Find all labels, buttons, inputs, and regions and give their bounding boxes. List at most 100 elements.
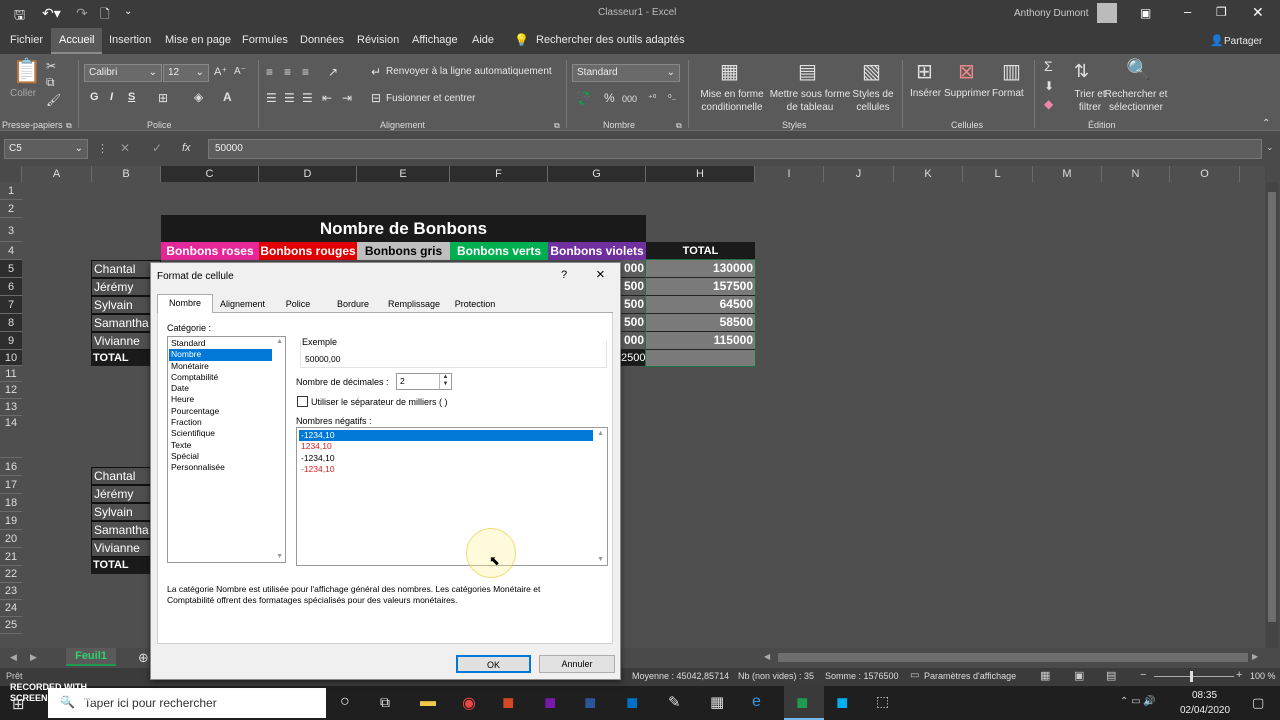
- cancel-icon[interactable]: ✕: [120, 141, 130, 155]
- header-bonbons-verts[interactable]: Bonbons verts: [450, 242, 548, 260]
- decimals-spinner[interactable]: 2 ▲ ▼: [396, 373, 452, 390]
- category-item-monetaire[interactable]: Monétaire: [169, 361, 284, 372]
- restore-icon[interactable]: ❐: [1216, 5, 1227, 19]
- row-header-17[interactable]: 17: [0, 476, 22, 494]
- tab-nombre[interactable]: Nombre: [157, 294, 213, 313]
- thousands-separator-label[interactable]: Utiliser le séparateur de milliers ( ): [311, 397, 448, 407]
- name-box[interactable]: C5 ⌄: [4, 139, 88, 159]
- menu-mise-en-page[interactable]: Mise en page: [165, 34, 231, 46]
- column-header-i[interactable]: I: [755, 166, 824, 182]
- row-header-16[interactable]: 16: [0, 458, 22, 476]
- header-bonbons-violets[interactable]: Bonbons violets: [548, 242, 646, 260]
- zoom-in-icon[interactable]: +: [1236, 669, 1242, 681]
- tab-bordure[interactable]: Bordure: [327, 296, 379, 312]
- cell-g5[interactable]: 000: [621, 260, 646, 278]
- snipping-tool-icon[interactable]: ⬚: [876, 693, 889, 710]
- header-bonbons-rouges[interactable]: Bonbons rouges: [259, 242, 357, 260]
- cell-styles-button[interactable]: Styles de cellules: [850, 88, 896, 114]
- currency-icon[interactable]: 💱: [576, 92, 591, 104]
- menu-revision[interactable]: Révision: [357, 34, 399, 46]
- zoom-level[interactable]: 100 %: [1250, 671, 1276, 681]
- conditional-format-button[interactable]: Mise en forme conditionnelle: [696, 88, 768, 114]
- align-left-icon[interactable]: ☰: [266, 92, 277, 104]
- powerpoint-icon[interactable]: ◼: [502, 693, 514, 711]
- category-item-standard[interactable]: Standard: [169, 338, 284, 349]
- column-header-l[interactable]: L: [963, 166, 1033, 182]
- close-dialog-button[interactable]: ×: [596, 266, 605, 283]
- align-right-icon[interactable]: ☰: [302, 92, 313, 104]
- quick-access-more-icon[interactable]: ⌄: [124, 6, 132, 17]
- clock-date[interactable]: 02/04/2020: [1180, 705, 1230, 716]
- italic-button[interactable]: I: [110, 91, 113, 103]
- category-scroll-up-icon[interactable]: ▲: [276, 338, 283, 345]
- align-top-icon[interactable]: ≡: [266, 66, 273, 78]
- underline-button[interactable]: S: [128, 91, 135, 103]
- header-bonbons-gris[interactable]: Bonbons gris: [357, 242, 450, 260]
- share-button[interactable]: Partager: [1224, 36, 1262, 47]
- format-painter-icon[interactable]: 🖌: [46, 94, 61, 106]
- sheet-tab-feuil1[interactable]: Feuil1: [66, 648, 116, 666]
- bold-button[interactable]: G: [90, 91, 99, 103]
- print-preview-icon[interactable]: 🗋: [100, 5, 110, 26]
- paste-button[interactable]: Coller: [10, 88, 36, 99]
- row-header-21[interactable]: 21: [0, 548, 22, 566]
- cell-g6[interactable]: 500: [621, 278, 646, 296]
- select-all-corner[interactable]: [0, 166, 22, 182]
- row-header-18[interactable]: 18: [0, 494, 22, 512]
- row-header-14[interactable]: 14: [0, 416, 22, 458]
- ribbon-display-icon[interactable]: ▣: [1140, 6, 1151, 20]
- row-header-25[interactable]: 25: [0, 617, 22, 634]
- status-count[interactable]: Nb (non vides) : 35: [738, 671, 814, 681]
- status-average[interactable]: Moyenne : 45042,85714: [632, 671, 729, 681]
- menu-affichage[interactable]: Affichage: [412, 34, 458, 46]
- align-bottom-icon[interactable]: ≡: [302, 66, 309, 78]
- negative-scroll-up-icon[interactable]: ▲: [597, 430, 604, 437]
- negative-format-3[interactable]: -1234,10: [299, 453, 605, 464]
- category-item-fraction[interactable]: Fraction: [169, 417, 284, 428]
- menu-fichier[interactable]: Fichier: [10, 34, 43, 46]
- row-header-8[interactable]: 8: [0, 314, 22, 332]
- close-window-icon[interactable]: ✕: [1252, 4, 1264, 21]
- autosum-icon[interactable]: Σ: [1044, 59, 1053, 73]
- category-item-special[interactable]: Spécial: [169, 451, 284, 462]
- outlook-icon[interactable]: ◼: [626, 693, 638, 711]
- add-sheet-icon[interactable]: ⊕: [138, 650, 149, 666]
- column-header-h[interactable]: H: [646, 166, 755, 182]
- decimals-spinner-buttons[interactable]: ▲ ▼: [439, 374, 451, 389]
- page-layout-icon[interactable]: ▣: [1074, 669, 1084, 682]
- format-cells-dialog[interactable]: Format de cellule ? × Nombre Alignement …: [150, 262, 621, 680]
- minimize-icon[interactable]: –: [1184, 4, 1191, 19]
- category-item-personnalisee[interactable]: Personnalisée: [169, 462, 284, 473]
- row-header-22[interactable]: 22: [0, 566, 22, 583]
- help-button[interactable]: ?: [561, 269, 567, 281]
- cell-g10[interactable]: 2500: [621, 350, 646, 366]
- undo-icon[interactable]: ↶▾: [42, 5, 61, 22]
- delete-button[interactable]: Supprimer: [944, 88, 990, 99]
- row-header-9[interactable]: 9: [0, 332, 22, 350]
- save-icon[interactable]: 🖫: [14, 6, 25, 28]
- align-middle-icon[interactable]: ≡: [284, 66, 291, 78]
- column-header-j[interactable]: J: [824, 166, 894, 182]
- menu-accueil[interactable]: Accueil: [51, 28, 103, 54]
- tab-protection[interactable]: Protection: [449, 296, 501, 312]
- page-break-icon[interactable]: ▤: [1106, 669, 1116, 682]
- calculator-icon[interactable]: ▦: [710, 693, 724, 711]
- column-header-m[interactable]: M: [1033, 166, 1102, 182]
- skype-icon[interactable]: ◼: [836, 693, 848, 711]
- conditional-format-icon[interactable]: ▦: [720, 62, 739, 82]
- row-header-20[interactable]: 20: [0, 530, 22, 548]
- horizontal-scroll-right-icon[interactable]: ▶: [1252, 652, 1258, 661]
- scroll-sheets-right-icon[interactable]: ▶: [30, 652, 37, 663]
- number-format-select[interactable]: Standard ⌄: [572, 64, 680, 82]
- horizontal-scroll-left-icon[interactable]: ◀: [764, 652, 770, 661]
- find-select-button[interactable]: Rechercher et sélectionner: [1104, 88, 1168, 114]
- find-select-icon[interactable]: 🔍: [1126, 60, 1151, 80]
- merge-center-button[interactable]: Fusionner et centrer: [386, 93, 476, 104]
- category-item-date[interactable]: Date: [169, 383, 284, 394]
- negative-format-4[interactable]: -1234,10: [299, 464, 605, 475]
- vertical-scrollbar-track[interactable]: [1266, 182, 1278, 648]
- row-header-3[interactable]: 3: [0, 218, 22, 242]
- row-header-19[interactable]: 19: [0, 512, 22, 530]
- number-launcher-icon[interactable]: ⧉: [676, 120, 682, 132]
- onenote-icon[interactable]: ◼: [544, 693, 556, 711]
